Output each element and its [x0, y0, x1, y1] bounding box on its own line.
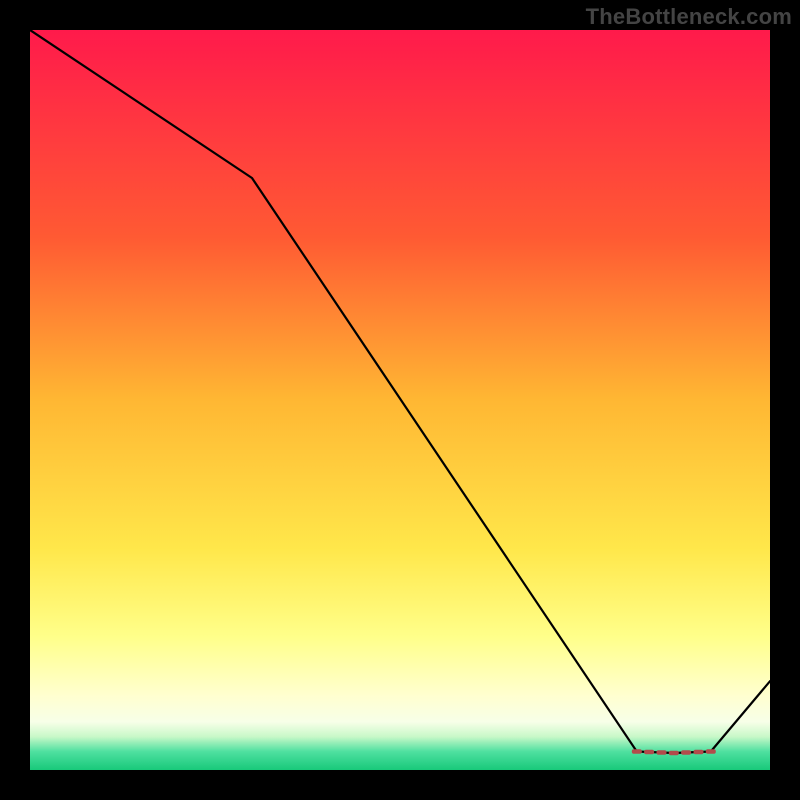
flat-marker	[657, 750, 667, 754]
chart-svg	[30, 30, 770, 770]
flat-marker	[706, 749, 716, 753]
flat-marker	[694, 750, 704, 754]
flat-marker	[669, 751, 679, 755]
flat-marker	[632, 749, 642, 753]
flat-marker	[644, 750, 654, 754]
watermark-text: TheBottleneck.com	[586, 4, 792, 30]
plot-area	[30, 30, 770, 770]
flat-marker	[681, 750, 691, 754]
chart-frame: TheBottleneck.com	[0, 0, 800, 800]
